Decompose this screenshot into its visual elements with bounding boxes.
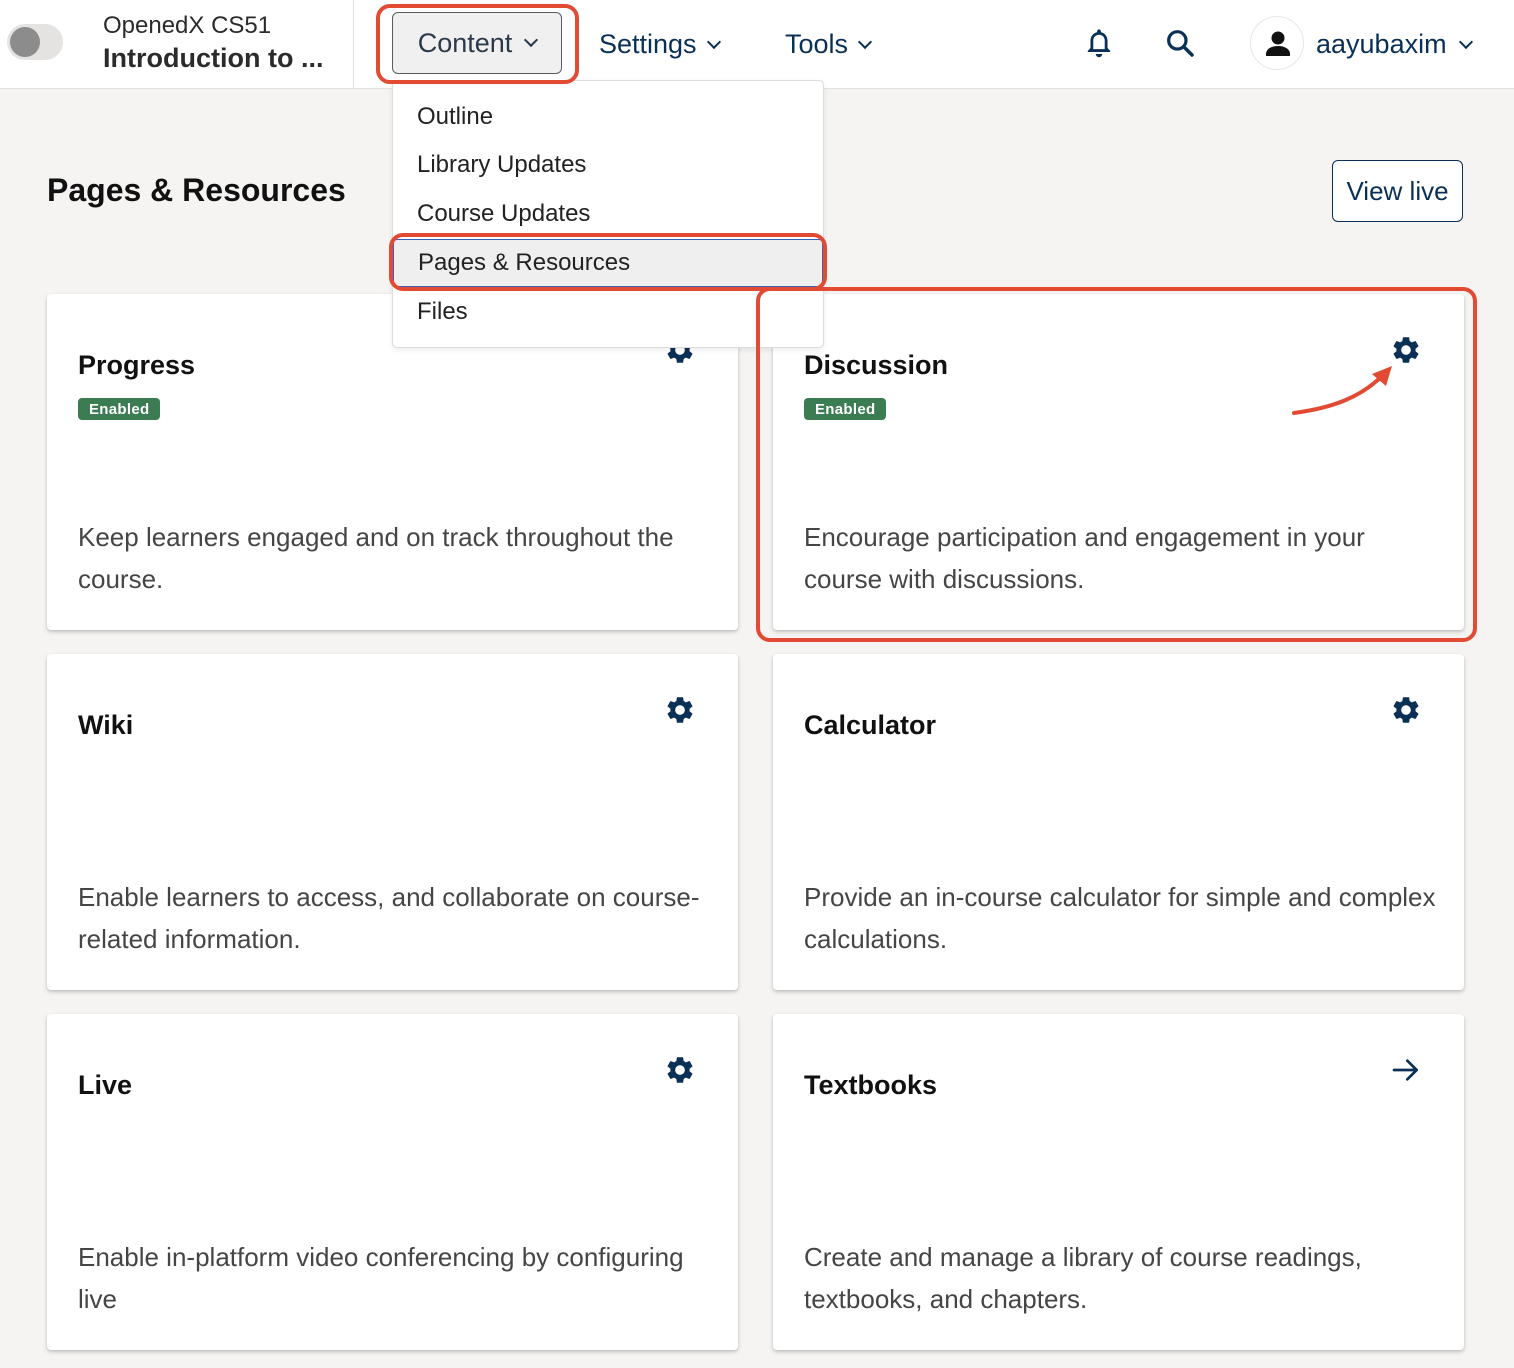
card-settings-button[interactable] [1390,694,1422,726]
settings-menu-label: Settings [599,29,697,59]
status-badge: Enabled [78,398,161,420]
course-title[interactable]: Introduction to ... [103,43,323,74]
card-title: Progress [78,350,196,380]
chevron-down-icon [1458,34,1473,49]
logo-toggle[interactable] [7,24,63,60]
menu-item-files[interactable]: Files [393,288,823,336]
bell-icon [1087,29,1111,58]
card-description: Keep learners engaged and on track throu… [78,522,674,594]
card-description: Encourage participation and engagement i… [804,522,1365,594]
card-title: Calculator [804,710,937,740]
gear-icon [667,1057,693,1083]
card-settings-button[interactable] [664,1054,696,1086]
user-menu-button[interactable]: aayubaxim [1316,0,1473,89]
content-menu-label: Content [417,27,513,58]
header-divider [353,0,354,89]
page-title: Pages & Resources [47,172,346,208]
card-description: Provide an in-course calculator for simp… [804,882,1436,954]
card-title: Wiki [78,710,134,740]
card-calculator: Calculator Provide an in-course calculat… [773,654,1464,990]
menu-item-course-updates[interactable]: Course Updates [393,190,823,238]
card-description: Enable in-platform video conferencing by… [78,1242,684,1314]
card-settings-button[interactable] [664,694,696,726]
tools-menu-button[interactable]: Tools [785,0,873,89]
arrow-right-icon [1392,1059,1418,1081]
search-icon [1167,30,1194,57]
top-header: OpenedX CS51 Introduction to ... Content… [0,0,1514,89]
card-live: Live Enable in-platform video conferenci… [47,1014,738,1350]
chevron-down-icon [857,34,873,49]
card-title: Textbooks [804,1070,938,1100]
settings-menu-button[interactable]: Settings [599,0,721,89]
notifications-button[interactable] [1083,26,1115,62]
chevron-down-icon [706,34,721,49]
gear-icon [1393,697,1419,723]
view-live-button[interactable]: View live [1332,160,1463,222]
card-title: Discussion [804,350,949,380]
status-badge: Enabled [804,398,887,420]
card-wiki: Wiki Enable learners to access, and coll… [47,654,738,990]
gear-icon [667,697,693,723]
content-menu-button[interactable]: Content [392,12,562,74]
avatar[interactable] [1250,16,1304,70]
search-button[interactable] [1164,27,1196,59]
user-icon [1266,31,1290,56]
annotation-arrow [1292,366,1392,415]
toggle-knob [10,27,40,57]
tools-menu-label: Tools [785,29,849,59]
content-dropdown-menu: Outline Library Updates Course Updates P… [392,80,824,348]
menu-item-library-updates[interactable]: Library Updates [393,141,823,189]
menu-item-pages-resources[interactable]: Pages & Resources [393,239,823,287]
card-description: Create and manage a library of course re… [804,1242,1362,1314]
menu-item-outline[interactable]: Outline [393,93,823,141]
card-textbooks: Textbooks Create and manage a library of… [773,1014,1464,1350]
course-org: OpenedX CS51 [103,12,272,39]
card-discussion: Discussion Enabled Encourage participati… [773,294,1464,630]
card-description: Enable learners to access, and collabora… [78,882,700,954]
card-open-button[interactable] [1390,1054,1422,1086]
card-title: Live [78,1070,133,1100]
chevron-down-icon [524,32,539,48]
username: aayubaxim [1316,29,1447,59]
